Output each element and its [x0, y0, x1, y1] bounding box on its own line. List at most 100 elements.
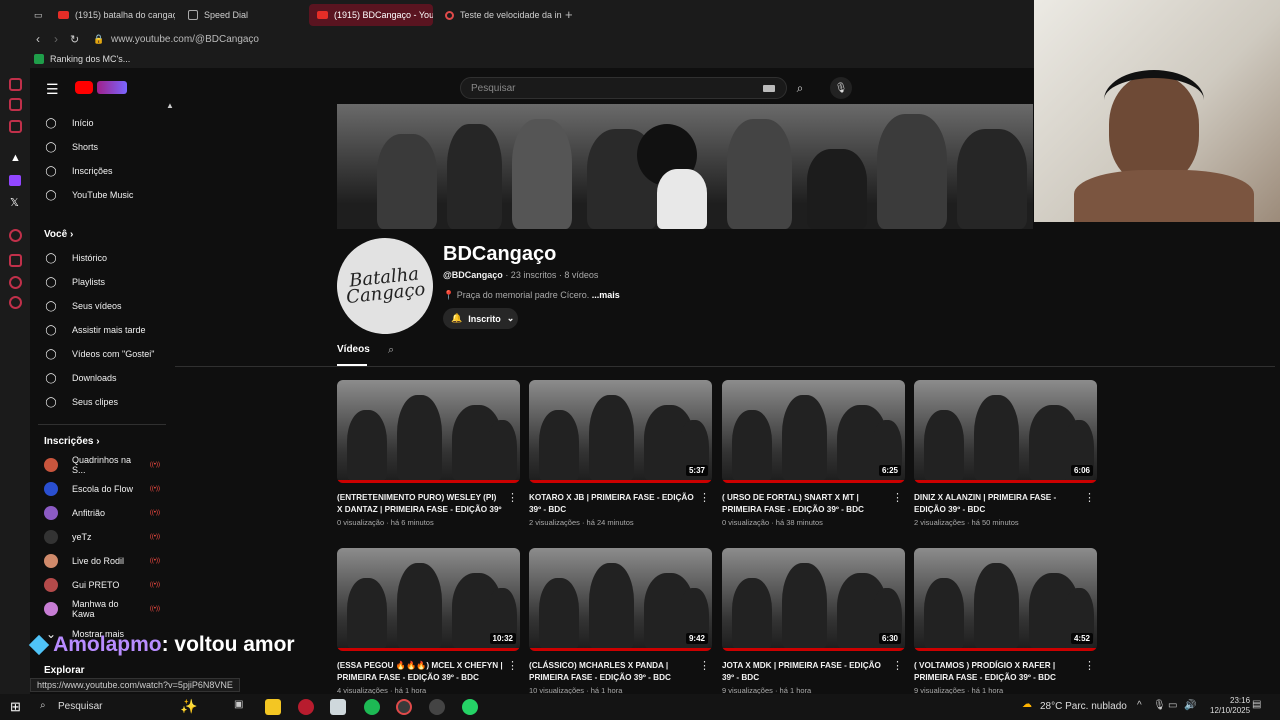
- more-options-icon[interactable]: ⋮: [1084, 491, 1095, 504]
- sidebar-item-seus-v-deos[interactable]: ◯ Seus vídeos: [44, 296, 174, 316]
- video-card[interactable]: 4:52 ( VOLTAMOS ) PRODÍGIO X RAFER | PRIM…: [914, 548, 1097, 695]
- sidebar-item-manhwa-do-kawa[interactable]: Manhwa do Kawa ((•)): [44, 599, 174, 619]
- app-icon[interactable]: [330, 699, 346, 715]
- url-field[interactable]: www.youtube.com/@BDCangaço: [111, 34, 259, 45]
- channel-description[interactable]: 📍 Praça do memorial padre Cícero. ...mai…: [443, 290, 620, 301]
- opera-gx-icon[interactable]: [298, 699, 314, 715]
- sidebar-item-inscri-es[interactable]: ◯ Inscrições: [44, 161, 174, 181]
- sidebar-item-quadrinhos-na-s[interactable]: Quadrinhos na S... ((•)): [44, 455, 174, 475]
- sidebar-item-hist-rico[interactable]: ◯ Histórico: [44, 248, 174, 268]
- video-thumbnail[interactable]: 6:06: [914, 380, 1097, 483]
- tab-videos[interactable]: Vídeos: [337, 344, 370, 355]
- video-title[interactable]: KOTARO X JB | PRIMEIRA FASE - EDIÇÃO 39º…: [529, 492, 712, 516]
- youtube-logo-icon[interactable]: [75, 81, 93, 94]
- sidebar-item-live-do-rodil[interactable]: Live do Rodil ((•)): [44, 551, 174, 571]
- more-options-icon[interactable]: ⋮: [507, 659, 518, 672]
- sidebar-item-assistir-mais-tarde[interactable]: ◯ Assistir mais tarde: [44, 320, 174, 340]
- section-inscricoes[interactable]: Inscrições ›: [44, 436, 100, 447]
- video-card[interactable]: 6:25 ( URSO DE FORTAL) SNART X MT | PRIME…: [722, 380, 905, 527]
- section-explorar[interactable]: Explorar: [44, 665, 85, 676]
- whatsapp-icon[interactable]: [9, 98, 22, 111]
- video-thumbnail[interactable]: 9:42: [529, 548, 712, 651]
- tray-chevron-icon[interactable]: ^: [1137, 700, 1142, 711]
- video-thumbnail[interactable]: 10:32: [337, 548, 520, 651]
- sidebar-item-shorts[interactable]: ◯ Shorts: [44, 137, 174, 157]
- bookmark-ranking[interactable]: Ranking dos MC's...: [50, 54, 130, 64]
- tab-overview-icon[interactable]: ▭: [30, 4, 50, 26]
- menu-icon[interactable]: ☰: [46, 81, 59, 98]
- sidebar-item-v-deos-com-gostei[interactable]: ◯ Vídeos com "Gostei": [44, 344, 174, 364]
- subscribed-button[interactable]: 🔔 Inscrito ⌄: [443, 308, 518, 329]
- more-options-icon[interactable]: ⋮: [892, 659, 903, 672]
- sidebar-item-escola-do-flow[interactable]: Escola do Flow ((•)): [44, 479, 174, 499]
- sidebar-item-downloads[interactable]: ◯ Downloads: [44, 368, 174, 388]
- sidebar-item-yetz[interactable]: yeTz ((•)): [44, 527, 174, 547]
- video-card[interactable]: 6:06 DINIZ X ALANZIN | PRIMEIRA FASE - ED…: [914, 380, 1097, 527]
- section-voce[interactable]: Você ›: [44, 229, 73, 240]
- more-options-icon[interactable]: ⋮: [699, 491, 710, 504]
- tab-speed-dial[interactable]: Speed Dial: [180, 4, 305, 26]
- video-thumbnail[interactable]: 6:25: [722, 380, 905, 483]
- sidebar-item-playlists[interactable]: ◯ Playlists: [44, 272, 174, 292]
- more-options-icon[interactable]: ⋮: [1084, 659, 1095, 672]
- obs-icon[interactable]: [396, 699, 412, 715]
- tab-batalha[interactable]: (1915) batalha do cangaç: [50, 4, 175, 26]
- video-title[interactable]: (ENTRETENIMENTO PURO) WESLEY (PI) X DANT…: [337, 492, 520, 516]
- mic-tray-icon[interactable]: 🎙: [1153, 700, 1166, 711]
- forward-icon[interactable]: ›: [54, 32, 58, 46]
- more-options-icon[interactable]: ⋮: [699, 659, 710, 672]
- video-card[interactable]: 10:32 (ESSA PEGOU 🔥🔥🔥) MCEL X CHEFYN | PR…: [337, 548, 520, 695]
- sidebar-item-anfitri-o[interactable]: Anfitrião ((•)): [44, 503, 174, 523]
- video-title[interactable]: (ESSA PEGOU 🔥🔥🔥) MCEL X CHEFYN | PRIMEIR…: [337, 660, 520, 684]
- network-icon[interactable]: ▭: [1168, 700, 1177, 711]
- x-icon[interactable]: 𝕏: [10, 196, 19, 209]
- sidebar-item-seus-clipes[interactable]: ◯ Seus clipes: [44, 392, 174, 412]
- video-thumbnail[interactable]: [337, 380, 520, 483]
- notifications-icon[interactable]: ▤: [1252, 699, 1261, 710]
- volume-icon[interactable]: 🔊: [1184, 700, 1196, 711]
- whatsapp-app-icon[interactable]: [462, 699, 478, 715]
- taskbar-search[interactable]: Pesquisar: [58, 701, 102, 712]
- search-button[interactable]: ⌕: [787, 77, 813, 99]
- scroll-up-icon[interactable]: ▲: [166, 101, 174, 110]
- more-options-icon[interactable]: ⋮: [507, 491, 518, 504]
- pin-icon[interactable]: [9, 254, 22, 267]
- settings-icon[interactable]: [429, 699, 445, 715]
- file-explorer-icon[interactable]: [265, 699, 281, 715]
- video-thumbnail[interactable]: 5:37: [529, 380, 712, 483]
- search-input[interactable]: Pesquisar: [460, 77, 787, 99]
- instagram-icon[interactable]: [9, 120, 22, 133]
- channel-avatar[interactable]: Batalha Cangaço: [332, 233, 438, 339]
- tab-speed-test[interactable]: Teste de velocidade da in: [437, 4, 562, 26]
- back-icon[interactable]: ‹: [36, 32, 40, 46]
- sidebar-item-youtube-music[interactable]: ◯ YouTube Music: [44, 185, 174, 205]
- description-more-link[interactable]: ...mais: [592, 290, 620, 300]
- clock-icon[interactable]: [9, 276, 22, 289]
- keyboard-icon[interactable]: [763, 85, 775, 92]
- video-title[interactable]: (CLÁSSICO) MCHARLES X PANDA | PRIMEIRA F…: [529, 660, 712, 684]
- clock[interactable]: 23:16 12/10/2025: [1210, 696, 1250, 716]
- weather-text[interactable]: 28°C Parc. nublado: [1040, 701, 1127, 712]
- video-thumbnail[interactable]: 4:52: [914, 548, 1097, 651]
- video-title[interactable]: DINIZ X ALANZIN | PRIMEIRA FASE - EDIÇÃO…: [914, 492, 1097, 516]
- sidebar-item-gui-preto[interactable]: Gui PRETO ((•)): [44, 575, 174, 595]
- video-thumbnail[interactable]: 6:30: [722, 548, 905, 651]
- history-rail-icon[interactable]: [9, 229, 22, 242]
- more-options-icon[interactable]: ⋮: [892, 491, 903, 504]
- reload-icon[interactable]: ↻: [70, 33, 79, 46]
- windows-start-icon[interactable]: ⊞: [10, 699, 21, 715]
- sidebar-item-in-cio[interactable]: ◯ Início: [44, 113, 174, 133]
- twitch-icon[interactable]: [9, 175, 21, 186]
- video-title[interactable]: JOTA X MDK | PRIMEIRA FASE - EDIÇÃO 39º …: [722, 660, 905, 684]
- channel-search-icon[interactable]: ⌕: [388, 344, 394, 357]
- video-card[interactable]: 9:42 (CLÁSSICO) MCHARLES X PANDA | PRIMEI…: [529, 548, 712, 695]
- settings-rail-icon[interactable]: [9, 296, 22, 309]
- task-view-icon[interactable]: ▣: [234, 699, 243, 710]
- voice-search-button[interactable]: 🎙: [830, 77, 852, 99]
- tab-bdcangaco[interactable]: (1915) BDCangaço - YouT: [309, 4, 433, 26]
- new-tab-icon[interactable]: +: [565, 7, 573, 22]
- video-title[interactable]: ( URSO DE FORTAL) SNART X MT | PRIMEIRA …: [722, 492, 905, 516]
- video-card[interactable]: 6:30 JOTA X MDK | PRIMEIRA FASE - EDIÇÃO …: [722, 548, 905, 695]
- spotify-icon[interactable]: [364, 699, 380, 715]
- video-card[interactable]: (ENTRETENIMENTO PURO) WESLEY (PI) X DANT…: [337, 380, 520, 527]
